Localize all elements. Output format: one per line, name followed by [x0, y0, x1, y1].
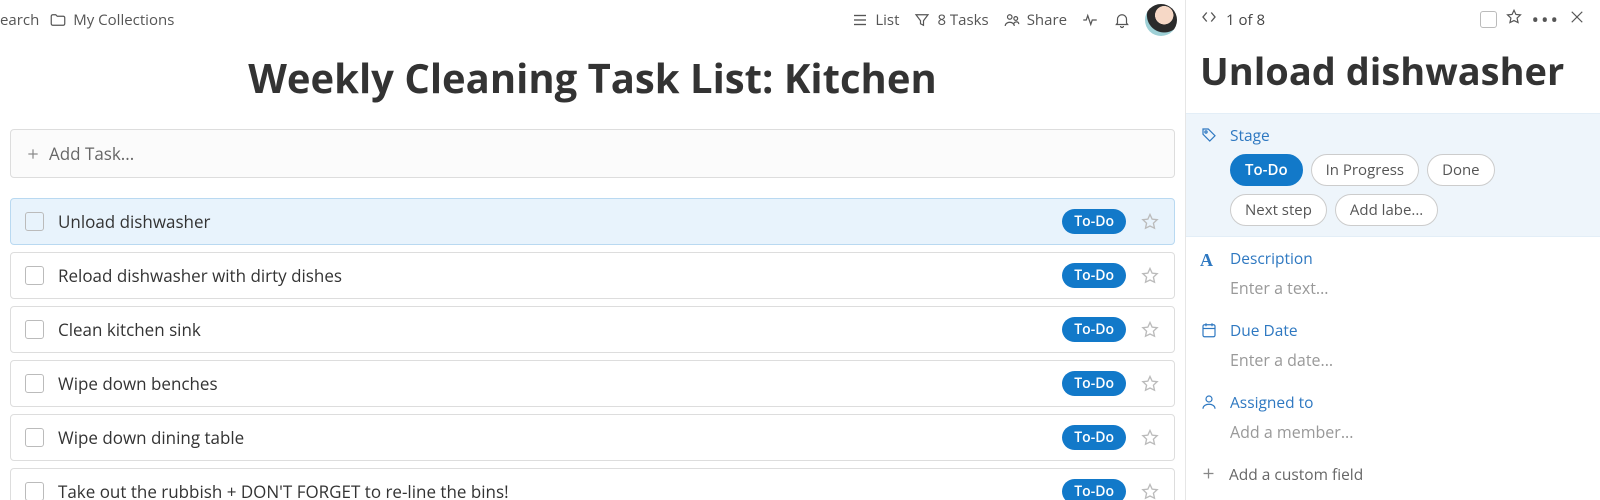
status-badge: To-Do	[1062, 371, 1126, 396]
text-icon: A	[1200, 250, 1213, 270]
list-icon	[851, 11, 869, 29]
description-placeholder: Enter a text...	[1230, 277, 1586, 299]
tasks-count: 8 Tasks	[937, 10, 988, 30]
task-row[interactable]: Wipe down dining table To-Do	[10, 414, 1175, 461]
task-checkbox[interactable]	[25, 266, 44, 285]
detail-panel: 1 of 8 ••• Unload dishwasher Stage To-Do…	[1185, 0, 1600, 500]
page-title: Weekly Cleaning Task List: Kitchen	[0, 40, 1185, 129]
star-icon[interactable]	[1140, 212, 1160, 232]
task-row[interactable]: Take out the rubbish + DON'T FORGET to r…	[10, 468, 1175, 500]
star-icon[interactable]	[1140, 428, 1160, 448]
status-badge: To-Do	[1062, 425, 1126, 450]
folder-icon	[49, 11, 67, 29]
search-partial[interactable]: earch	[0, 10, 39, 30]
task-checkbox[interactable]	[25, 482, 44, 500]
assigned-field[interactable]: Assigned to Add a member...	[1200, 381, 1586, 453]
task-checkbox[interactable]	[25, 212, 44, 231]
task-row[interactable]: Reload dishwasher with dirty dishes To-Do	[10, 252, 1175, 299]
chevrons-icon	[1200, 8, 1218, 26]
list-label: List	[875, 10, 899, 30]
add-label-pill[interactable]: Add labe...	[1335, 194, 1438, 226]
assigned-label: Assigned to	[1230, 391, 1586, 413]
add-custom-field[interactable]: Add a custom field	[1200, 453, 1586, 495]
view-list-button[interactable]: List	[851, 10, 899, 30]
collections-link[interactable]: My Collections	[49, 10, 174, 30]
task-title: Take out the rubbish + DON'T FORGET to r…	[58, 480, 1048, 500]
share-button[interactable]: Share	[1003, 10, 1067, 30]
task-title: Wipe down dining table	[58, 426, 1048, 449]
assigned-placeholder: Add a member...	[1230, 421, 1586, 443]
collections-label: My Collections	[73, 10, 174, 30]
task-title: Clean kitchen sink	[58, 318, 1048, 341]
activity-icon	[1081, 11, 1099, 29]
add-custom-label: Add a custom field	[1229, 463, 1363, 485]
due-date-placeholder: Enter a date...	[1230, 349, 1586, 371]
plus-icon	[1200, 465, 1217, 482]
status-badge: To-Do	[1062, 263, 1126, 288]
star-icon[interactable]	[1140, 266, 1160, 286]
status-badge: To-Do	[1062, 317, 1126, 342]
due-date-label: Due Date	[1230, 319, 1586, 341]
share-label: Share	[1027, 10, 1067, 30]
task-checkbox[interactable]	[25, 428, 44, 447]
bell-icon	[1113, 11, 1131, 29]
stage-label: Stage	[1230, 124, 1586, 146]
task-checkbox[interactable]	[25, 374, 44, 393]
stage-pill[interactable]: In Progress	[1311, 154, 1419, 186]
filter-icon	[913, 11, 931, 29]
star-icon[interactable]	[1140, 374, 1160, 394]
person-icon	[1200, 393, 1218, 411]
detail-checkbox[interactable]	[1480, 11, 1497, 28]
user-avatar[interactable]	[1145, 4, 1177, 36]
close-button[interactable]	[1568, 8, 1586, 31]
stage-field: Stage To-DoIn ProgressDone Next stepAdd l…	[1186, 113, 1600, 237]
star-icon	[1505, 8, 1523, 26]
more-button[interactable]: •••	[1531, 6, 1560, 33]
calendar-icon	[1200, 321, 1218, 339]
plus-icon	[25, 146, 41, 162]
star-icon[interactable]	[1140, 482, 1160, 500]
stage-pill[interactable]: Done	[1427, 154, 1495, 186]
task-title: Reload dishwasher with dirty dishes	[58, 264, 1048, 287]
task-title: Unload dishwasher	[58, 210, 1048, 233]
due-date-field[interactable]: Due Date Enter a date...	[1200, 309, 1586, 381]
stage-pill[interactable]: Next step	[1230, 194, 1327, 226]
task-row[interactable]: Wipe down benches To-Do	[10, 360, 1175, 407]
detail-star[interactable]	[1505, 8, 1523, 31]
activity-button[interactable]	[1081, 11, 1099, 29]
position-indicator: 1 of 8	[1226, 10, 1265, 30]
add-task-placeholder: Add Task...	[49, 142, 134, 165]
status-badge: To-Do	[1062, 209, 1126, 234]
task-title: Wipe down benches	[58, 372, 1048, 395]
detail-title[interactable]: Unload dishwasher	[1200, 33, 1586, 113]
task-list: Add Task... Unload dishwasherTo-DoReload…	[0, 129, 1185, 500]
top-toolbar: earch My Collections List 8 Tasks Share	[0, 0, 1185, 40]
filter-tasks[interactable]: 8 Tasks	[913, 10, 988, 30]
task-row[interactable]: Clean kitchen sink To-Do	[10, 306, 1175, 353]
share-icon	[1003, 11, 1021, 29]
task-checkbox[interactable]	[25, 320, 44, 339]
description-field[interactable]: A Description Enter a text...	[1200, 237, 1586, 309]
detail-top-bar: 1 of 8 •••	[1200, 6, 1586, 33]
description-label: Description	[1230, 247, 1586, 269]
task-row[interactable]: Unload dishwasher To-Do	[10, 198, 1175, 245]
close-icon	[1568, 8, 1586, 26]
star-icon[interactable]	[1140, 320, 1160, 340]
stage-pill[interactable]: To-Do	[1230, 154, 1303, 186]
tag-icon	[1200, 126, 1218, 144]
status-badge: To-Do	[1062, 479, 1126, 500]
notifications-button[interactable]	[1113, 11, 1131, 29]
expand-button[interactable]	[1200, 8, 1218, 31]
add-task-input[interactable]: Add Task...	[10, 129, 1175, 178]
